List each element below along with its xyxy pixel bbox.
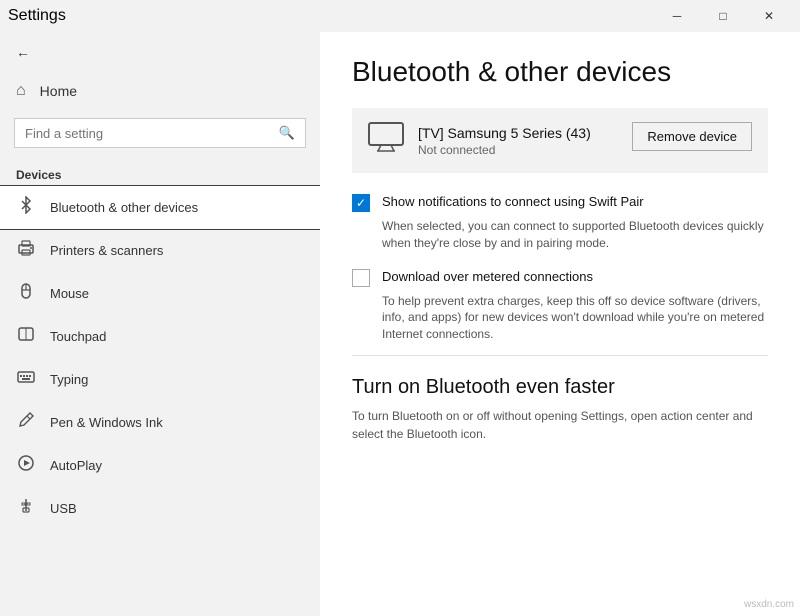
close-button[interactable]: ✕: [746, 0, 792, 32]
sidebar-item-bluetooth-label: Bluetooth & other devices: [50, 200, 198, 215]
title-bar-controls: ─ □ ✕: [654, 0, 792, 32]
device-text: [TV] Samsung 5 Series (43) Not connected: [418, 125, 591, 157]
swift-pair-checkbox[interactable]: [352, 194, 370, 212]
swift-pair-desc: When selected, you can connect to suppor…: [382, 218, 768, 252]
usb-icon: [16, 497, 36, 520]
search-icon: 🔍: [279, 125, 295, 141]
sidebar-item-printers-label: Printers & scanners: [50, 243, 163, 258]
sidebar-item-pen-label: Pen & Windows Ink: [50, 415, 163, 430]
sidebar-item-usb-label: USB: [50, 501, 77, 516]
maximize-button[interactable]: □: [700, 0, 746, 32]
printers-icon: [16, 239, 36, 262]
metered-conn-option-row: Download over metered connections: [352, 268, 768, 287]
sidebar-item-typing-label: Typing: [50, 372, 88, 387]
metered-conn-label: Download over metered connections: [382, 268, 593, 284]
faster-section-heading: Turn on Bluetooth even faster: [352, 376, 768, 399]
metered-conn-checkbox-unchecked: [352, 269, 370, 287]
sidebar: ← ⌂ Home 🔍 Devices Bluetooth & other dev…: [0, 32, 320, 616]
autoplay-icon: [16, 454, 36, 477]
sidebar-item-touchpad-label: Touchpad: [50, 329, 106, 344]
search-box[interactable]: 🔍: [14, 118, 306, 148]
swift-pair-option-row: Show notifications to connect using Swif…: [352, 193, 768, 212]
remove-device-button[interactable]: Remove device: [632, 122, 752, 151]
metered-conn-desc: To help prevent extra charges, keep this…: [382, 293, 768, 343]
device-icon: [368, 122, 404, 159]
sidebar-item-typing[interactable]: Typing: [0, 358, 320, 401]
touchpad-icon: [16, 325, 36, 348]
home-icon: ⌂: [16, 82, 26, 100]
sidebar-item-bluetooth[interactable]: Bluetooth & other devices: [0, 186, 320, 229]
sidebar-item-pen[interactable]: Pen & Windows Ink: [0, 401, 320, 444]
swift-pair-label: Show notifications to connect using Swif…: [382, 193, 644, 209]
main-content: Bluetooth & other devices [TV] Samsung 5…: [320, 32, 800, 616]
app-body: ← ⌂ Home 🔍 Devices Bluetooth & other dev…: [0, 32, 800, 616]
metered-conn-checkbox[interactable]: [352, 269, 370, 287]
sidebar-item-mouse[interactable]: Mouse: [0, 272, 320, 315]
device-status: Not connected: [418, 143, 591, 157]
home-label: Home: [40, 83, 77, 99]
sidebar-item-mouse-label: Mouse: [50, 286, 89, 301]
sidebar-item-autoplay-label: AutoPlay: [50, 458, 102, 473]
mouse-icon: [16, 282, 36, 305]
sidebar-item-touchpad[interactable]: Touchpad: [0, 315, 320, 358]
device-section: [TV] Samsung 5 Series (43) Not connected…: [352, 108, 768, 173]
title-bar: Settings ─ □ ✕: [0, 0, 800, 32]
bluetooth-icon: [16, 196, 36, 219]
minimize-button[interactable]: ─: [654, 0, 700, 32]
search-input[interactable]: [25, 126, 271, 141]
watermark: wsxdn.com: [744, 599, 794, 610]
device-name: [TV] Samsung 5 Series (43): [418, 125, 591, 141]
sidebar-item-printers[interactable]: Printers & scanners: [0, 229, 320, 272]
faster-section-desc: To turn Bluetooth on or off without open…: [352, 407, 768, 443]
sidebar-items-list: Bluetooth & other devices Printers & sca…: [0, 186, 320, 530]
sidebar-item-usb[interactable]: USB: [0, 487, 320, 530]
page-title: Bluetooth & other devices: [352, 56, 768, 88]
device-info: [TV] Samsung 5 Series (43) Not connected: [368, 122, 591, 159]
pen-icon: [16, 411, 36, 434]
sidebar-section-header: Devices: [0, 156, 320, 186]
swift-pair-checkbox-checked: [352, 194, 370, 212]
back-button[interactable]: ←: [0, 32, 320, 72]
back-arrow-icon: ←: [16, 44, 30, 60]
title-bar-left: Settings: [8, 7, 66, 25]
typing-icon: [16, 368, 36, 391]
title-bar-title: Settings: [8, 7, 66, 25]
sidebar-item-home[interactable]: ⌂ Home: [0, 72, 320, 110]
sidebar-item-autoplay[interactable]: AutoPlay: [0, 444, 320, 487]
section-divider: [352, 355, 768, 356]
